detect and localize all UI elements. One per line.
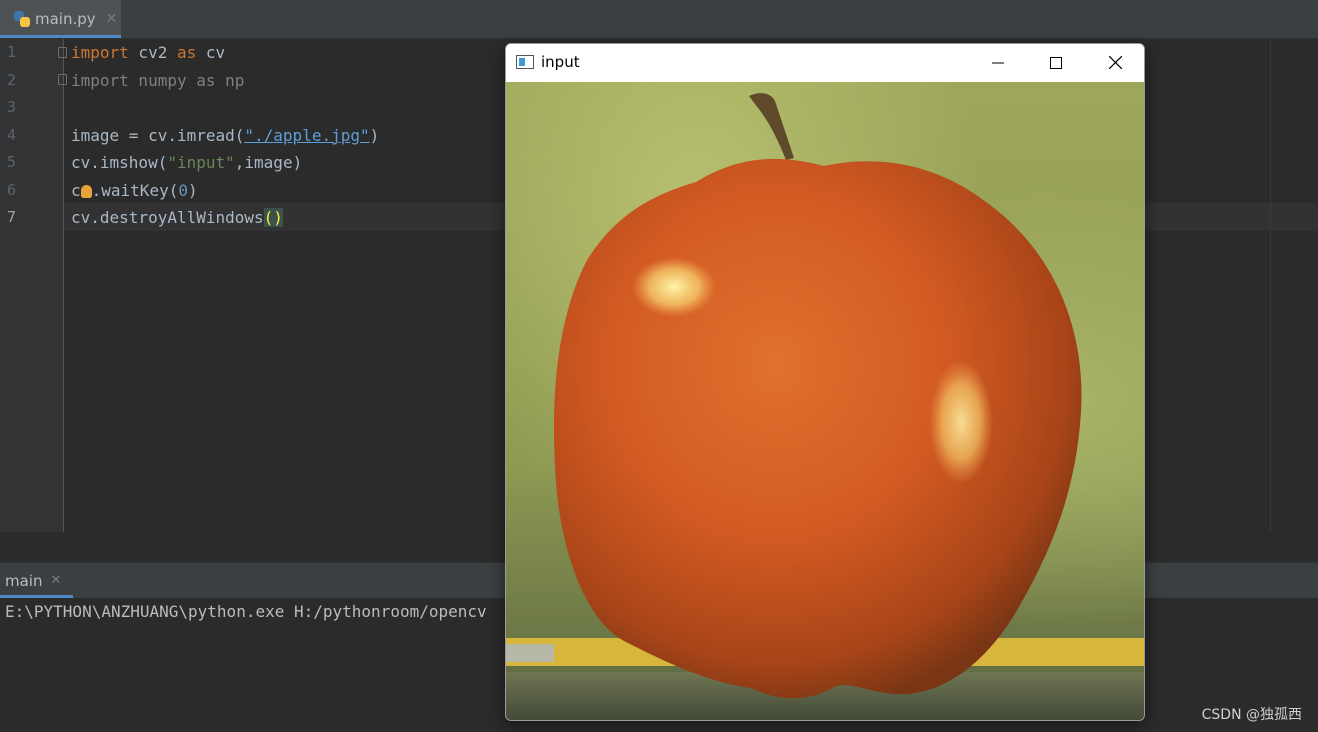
maximize-button[interactable] xyxy=(1027,44,1085,81)
lightbulb-icon[interactable] xyxy=(80,184,92,198)
code-token: image = cv.imread( xyxy=(71,125,245,145)
python-file-icon xyxy=(14,11,30,27)
image-display xyxy=(506,82,1144,720)
keyword-token: as xyxy=(176,43,197,62)
code-line-2: import numpy as np xyxy=(71,70,245,90)
line-number: 6 xyxy=(7,180,17,199)
right-margin-guide xyxy=(1270,39,1271,532)
code-token: cv.imshow( xyxy=(71,153,168,172)
close-icon[interactable]: ✕ xyxy=(50,573,61,588)
code-token: cv.destroyAllWindows xyxy=(71,208,264,227)
module-token: cv2 xyxy=(128,43,177,62)
watermark: CSDN @独孤西 xyxy=(1201,707,1302,723)
alias-token: cv xyxy=(196,43,226,62)
code-line-4: image = cv.imread("./apple.jpg") xyxy=(71,122,379,150)
code-line-6: c .waitKey(0) xyxy=(71,177,198,205)
apple-image xyxy=(506,93,1144,720)
console-output-line: E:\PYTHON\ANZHUANG\python.exe H:/pythonr… xyxy=(5,602,487,621)
line-number: 5 xyxy=(7,153,17,171)
code-token: .waitKey( xyxy=(91,180,179,200)
number-token: 0 xyxy=(178,180,188,200)
opencv-image-window[interactable]: input xyxy=(505,43,1145,721)
code-token: ) xyxy=(369,125,380,145)
code-line-7: cv.destroyAllWindows() xyxy=(71,204,283,232)
matched-parens: () xyxy=(263,208,283,227)
line-number: 1 xyxy=(7,43,17,61)
code-line-1: import cv2 as cv xyxy=(71,39,225,67)
line-number-gutter: 1 2 3 4 5 6 7 xyxy=(0,39,67,532)
close-icon xyxy=(1108,56,1122,69)
close-button[interactable] xyxy=(1086,44,1144,81)
active-tab-indicator xyxy=(0,35,121,38)
editor-tab-bar: main.py ✕ xyxy=(0,0,1318,39)
tab-main-py[interactable]: main.py ✕ xyxy=(0,0,121,38)
line-number: 2 xyxy=(7,70,17,89)
run-tab-label: main xyxy=(5,571,43,590)
line-number: 4 xyxy=(7,125,17,144)
maximize-icon xyxy=(1050,56,1062,69)
line-number: 3 xyxy=(7,98,17,116)
string-token: "input" xyxy=(167,153,235,172)
fold-marker-icon[interactable] xyxy=(58,47,67,58)
fold-marker-icon[interactable] xyxy=(58,74,67,85)
line-number: 7 xyxy=(7,208,17,226)
keyword-token: import xyxy=(71,43,129,62)
code-token: , xyxy=(234,153,245,172)
tab-run-main[interactable]: main ✕ xyxy=(0,563,61,598)
minimize-button[interactable] xyxy=(969,44,1027,81)
code-token: c xyxy=(71,180,81,200)
close-icon[interactable]: ✕ xyxy=(106,11,118,27)
code-token: image) xyxy=(244,153,303,172)
code-line-5: cv.imshow("input",image) xyxy=(71,149,302,177)
window-titlebar[interactable]: input xyxy=(506,44,1144,82)
file-path-link[interactable]: "./apple.jpg" xyxy=(244,126,369,145)
code-token: ) xyxy=(187,180,198,200)
window-app-icon xyxy=(516,55,534,69)
minimize-icon xyxy=(992,62,1004,63)
window-title: input xyxy=(541,53,580,71)
tab-label: main.py xyxy=(35,10,96,28)
